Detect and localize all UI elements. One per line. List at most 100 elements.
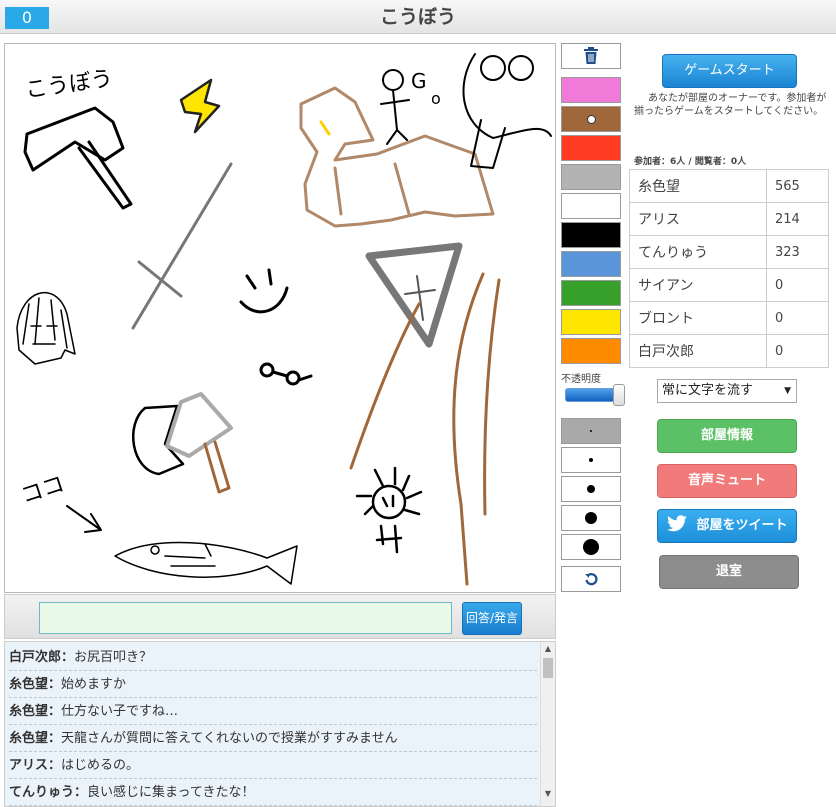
opacity-slider[interactable] [565,384,625,406]
color-swatch[interactable] [561,338,621,364]
player-row: 糸色望 565 [629,169,829,203]
undo-icon [585,573,598,586]
header-bar: こうぼう 0 [0,0,836,34]
doodle-text-g: G [411,69,427,93]
brush-dot [587,485,595,493]
doodle-shield [365,242,463,348]
brush-size-1[interactable] [561,418,621,444]
drawing-canvas[interactable]: こうぼう G o ココ [4,43,556,593]
brush-dot [583,539,599,555]
color-swatch[interactable] [561,135,621,161]
player-row: 白戸次郎 0 [629,334,829,368]
brush-dot [589,458,593,462]
player-score: 214 [766,202,829,236]
brush-size-3[interactable] [561,476,621,502]
room-title: こうぼう [379,6,456,28]
tweet-room-label: 部屋をツイート [696,518,788,533]
color-swatch[interactable] [561,309,621,335]
color-swatch[interactable] [561,280,621,306]
brush-dot [590,430,592,432]
trash-icon [584,47,598,64]
text-flow-selected: 常に文字を流す [662,383,754,398]
opacity-slider-thumb[interactable] [613,384,625,406]
doodle-brown-lines [349,272,501,586]
player-table: 糸色望 565 アリス 214 てんりゅう 323 サイアン 0 ブロント 0 白戸次郎 0 [629,169,829,368]
chat-message: てんりゅう：良い感じに集まってきたな！ [9,779,537,806]
mute-button[interactable]: 音声ミュート [657,464,797,498]
scroll-up-icon[interactable]: ▲ [541,642,555,656]
scrollbar-thumb[interactable] [543,658,553,678]
doodle-brown-figure [299,86,495,228]
doodle-koko-arrow: ココ [18,472,102,533]
brush-dot [585,512,597,524]
color-swatch[interactable] [561,193,621,219]
chat-author: 糸色望 [9,677,49,692]
chat-separator: ： [48,758,62,773]
undo-button[interactable] [561,566,621,592]
player-score: 0 [766,301,829,335]
doodle-sword [131,162,233,330]
game-start-button[interactable]: ゲームスタート [662,54,797,88]
leave-room-button[interactable]: 退室 [659,555,799,589]
chat-separator: ： [74,785,88,800]
doodle-fish [114,541,298,585]
chevron-down-icon: ▼ [784,386,791,396]
player-score: 0 [766,268,829,302]
text-flow-select[interactable]: 常に文字を流す ▼ [657,379,797,403]
player-score: 565 [766,169,829,203]
clear-canvas-button[interactable] [561,43,621,69]
scroll-down-icon[interactable]: ▼ [541,787,555,801]
player-name: アリス [629,202,767,236]
selected-color-indicator [586,114,596,124]
participant-count: 参加者：6人 / 閲覧者：0人 [634,157,747,167]
chat-separator: ： [61,650,75,665]
brush-size-2[interactable] [561,447,621,473]
owner-note: あなたが部屋のオーナーです。参加者が揃ったらゲームをスタートしてください。 [634,93,827,117]
color-swatch[interactable] [561,106,621,132]
color-swatch[interactable] [561,222,621,248]
chat-separator: ： [48,731,62,746]
color-swatch[interactable] [561,77,621,103]
doodle-text-koko: ココ [18,472,68,509]
chat-author: アリス [9,758,49,773]
player-row: サイアン 0 [629,268,829,302]
chat-separator: ： [48,704,62,719]
brush-size-4[interactable] [561,505,621,531]
player-name: サイアン [629,268,767,302]
chat-message: 糸色望：天龍さんが質問に答えてくれないので授業がすすみません [9,725,537,752]
answer-input[interactable] [39,602,452,634]
color-swatch[interactable] [561,251,621,277]
player-row: ブロント 0 [629,301,829,335]
player-score: 0 [766,334,829,368]
color-swatch[interactable] [561,164,621,190]
chat-text: 良い感じに集まってきたな！ [87,785,255,800]
opacity-label: 不透明度 [561,374,601,385]
brush-size-5[interactable] [561,534,621,560]
doodle-lightning [179,78,221,134]
twitter-bird-icon [667,515,688,532]
player-name: 白戸次郎 [629,334,767,368]
chat-text: 天龍さんが質問に答えてくれないので授業がすすみません [61,731,398,746]
send-answer-button[interactable]: 回答/発言 [462,602,522,635]
chat-scrollbar[interactable]: ▲ ▼ [540,642,555,806]
tweet-room-button[interactable]: 部屋をツイート [657,509,797,543]
doodle-hairy-face [16,291,76,365]
chat-text: 仕方ない子ですね… [61,704,179,719]
doodle-glasses [259,362,313,386]
player-name: 糸色望 [629,169,767,203]
canvas-drawing: こうぼう G o ココ [16,53,552,586]
room-info-button[interactable]: 部屋情報 [657,419,797,453]
chat-message: 糸色望：仕方ない子ですね… [9,698,537,725]
chat-author: 白戸次郎 [9,650,62,665]
chat-text: はじめるの。 [61,758,140,773]
answer-bar: 回答/発言 [4,594,556,639]
chat-message: アリス：はじめるの。 [9,752,537,779]
my-score-badge: 0 [5,7,49,29]
doodle-grey-hammer [132,392,233,494]
player-score: 323 [766,235,829,269]
chat-author: てんりゅう [9,785,75,800]
player-name: てんりゅう [629,235,767,269]
doodle-text-o: o [431,89,441,108]
chat-text: 始めますか [61,677,127,692]
chat-separator: ： [48,677,62,692]
